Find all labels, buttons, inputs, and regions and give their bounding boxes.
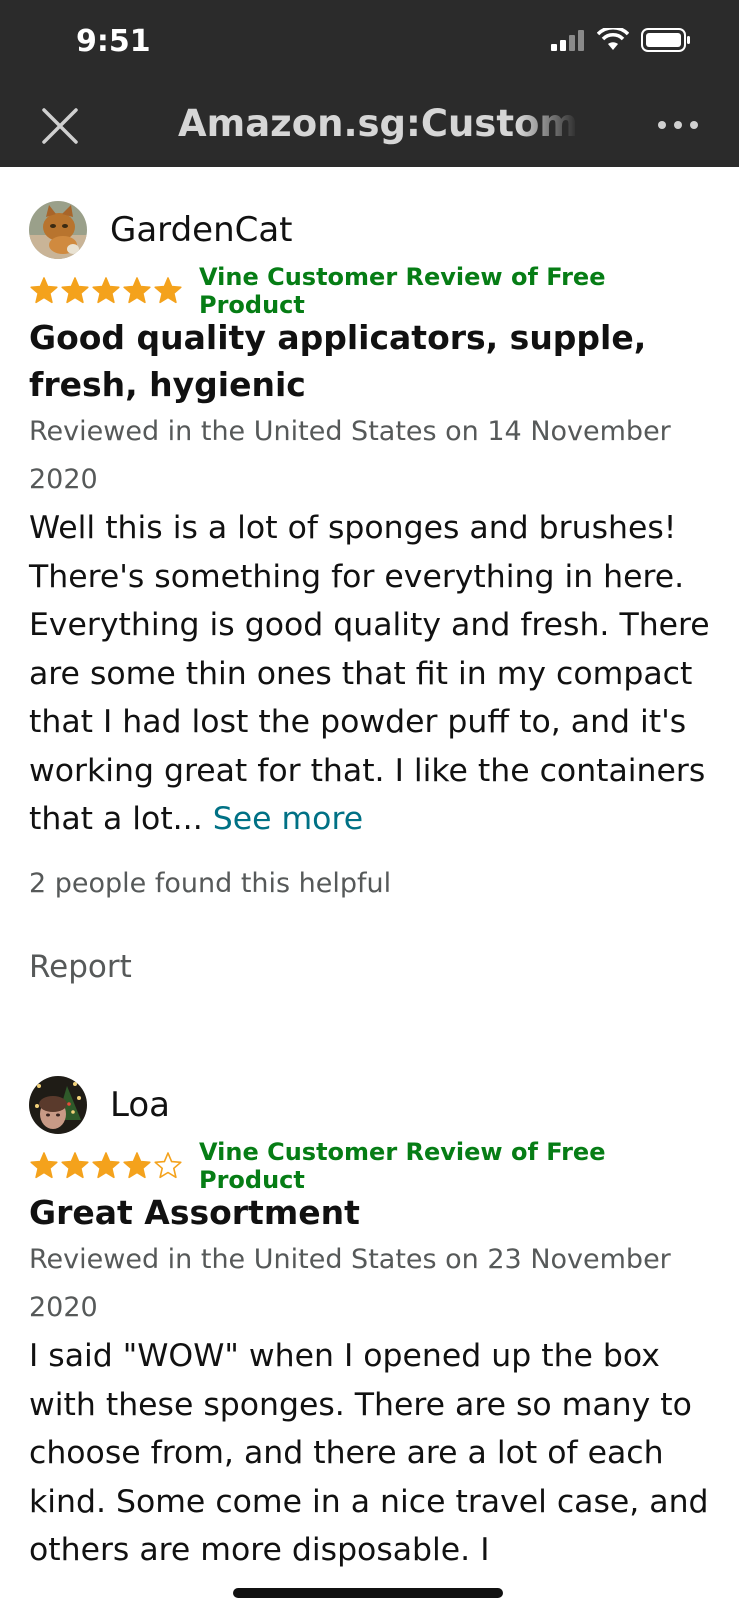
home-indicator[interactable] [233, 1588, 503, 1598]
review-body-text: Well this is a lot of sponges and brushe… [29, 510, 710, 837]
avatar [29, 201, 87, 259]
rating-row: Vine Customer Review of Free Product [29, 1138, 719, 1194]
status-time: 9:51 [76, 24, 151, 59]
star-filled-icon [123, 277, 151, 304]
report-link[interactable]: Report [29, 949, 132, 985]
star-filled-icon [123, 1152, 151, 1179]
cellular-signal-icon [551, 30, 584, 51]
rating-row: Vine Customer Review of Free Product [29, 263, 719, 319]
close-icon [42, 108, 78, 144]
star-filled-icon [30, 277, 58, 304]
reviewer-name: GardenCat [110, 210, 293, 250]
wifi-icon [597, 28, 629, 50]
review-title[interactable]: Great Assortment [29, 1189, 719, 1236]
star-filled-icon [30, 1152, 58, 1179]
review-title[interactable]: Good quality applicators, supple, fresh,… [29, 314, 719, 408]
review-body: I said "WOW" when I opened up the box wi… [29, 1338, 709, 1568]
avatar [29, 1076, 87, 1134]
star-filled-icon [154, 277, 182, 304]
close-button[interactable] [40, 106, 80, 146]
page-title: Amazon.sg:Customer [178, 102, 578, 145]
status-bar: 9:51 [0, 0, 739, 84]
battery-icon [641, 28, 690, 52]
review-date: Reviewed in the United States on 14 Nove… [29, 416, 671, 495]
reviewer-name: Loa [110, 1085, 170, 1125]
helpful-count: 2 people found this helpful [29, 867, 392, 899]
vine-badge: Vine Customer Review of Free Product [199, 1138, 606, 1194]
more-dots-icon [658, 121, 698, 129]
star-filled-icon [61, 277, 89, 304]
review-card: GardenCat Vine Customer Review of Free P… [29, 200, 719, 985]
star-filled-icon [92, 1152, 120, 1179]
see-more-link[interactable]: See more [213, 801, 363, 837]
reviewer-profile[interactable]: Loa [29, 1075, 719, 1135]
status-icons [551, 28, 691, 52]
more-options-button[interactable] [655, 110, 701, 140]
star-filled-icon [61, 1152, 89, 1179]
review-date: Reviewed in the United States on 23 Nove… [29, 1244, 671, 1323]
star-filled-icon [92, 277, 120, 304]
star-rating [29, 1151, 183, 1181]
browser-nav-bar: Amazon.sg:Customer [0, 84, 739, 167]
star-rating [29, 276, 183, 306]
reviewer-profile[interactable]: GardenCat [29, 200, 719, 260]
review-card: Loa Vine Customer Review of Free Product… [29, 1075, 719, 1575]
vine-badge: Vine Customer Review of Free Product [199, 263, 606, 319]
review-body: Well this is a lot of sponges and brushe… [29, 504, 719, 844]
star-empty-icon [154, 1152, 182, 1179]
